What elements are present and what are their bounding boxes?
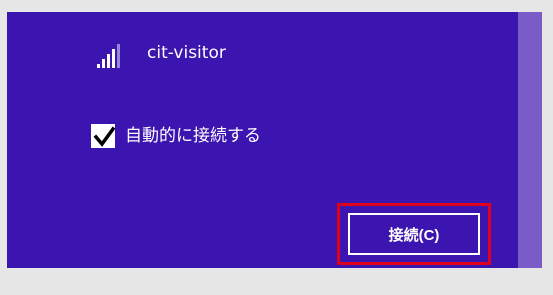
checkmark-icon <box>93 126 116 147</box>
network-flyout: cit-visitor 自動的に接続する 接続(C) <box>0 0 553 295</box>
connect-button[interactable]: 接続(C) <box>348 213 480 255</box>
scrollbar[interactable] <box>518 12 542 268</box>
wifi-signal-icon <box>97 44 120 68</box>
auto-connect-checkbox[interactable] <box>91 124 116 148</box>
network-ssid: cit-visitor <box>147 43 226 63</box>
auto-connect-label: 自動的に接続する <box>125 126 261 146</box>
